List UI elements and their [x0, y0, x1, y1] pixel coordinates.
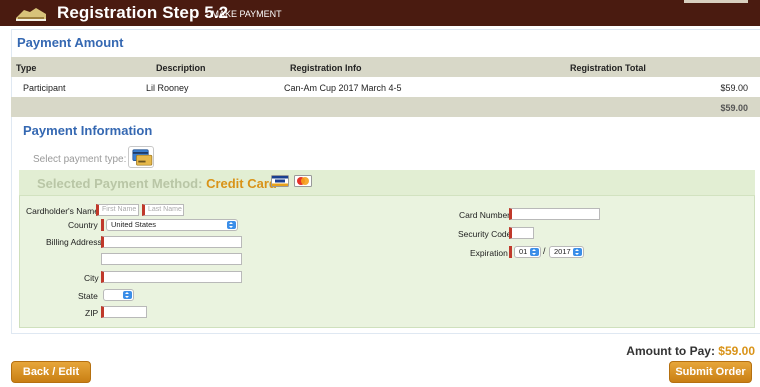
page-subtitle: - MAKE PAYMENT: [206, 9, 282, 19]
exp-year-select[interactable]: 2017: [549, 246, 584, 258]
chevron-updown-icon: [573, 248, 582, 256]
back-edit-button[interactable]: Back / Edit: [11, 361, 91, 383]
country-label: Country: [68, 220, 98, 230]
billing-address-line1-input[interactable]: [101, 236, 242, 248]
card-number-input[interactable]: [509, 208, 600, 220]
expiration-required-mark: [509, 246, 512, 258]
cardholder-name-label: Cardholder's Name: [26, 206, 99, 216]
shoe-logo-icon: [16, 8, 46, 21]
col-type: Type: [16, 63, 37, 73]
credit-card-icon: [132, 149, 153, 166]
amount-to-pay: Amount to Pay: $59.00: [626, 344, 755, 358]
security-code-label: Security Code: [458, 229, 512, 239]
mastercard-icon: [294, 175, 312, 187]
table-header: Type Description Registration Info Regis…: [11, 57, 760, 77]
row-info: Can-Am Cup 2017 March 4-5: [284, 83, 402, 93]
last-name-input[interactable]: Last Name: [142, 204, 184, 216]
payment-amount-title: Payment Amount: [17, 35, 124, 50]
grand-total: $59.00: [720, 103, 748, 113]
expiration-label: Expiration: [470, 248, 508, 258]
state-label: State: [78, 291, 98, 301]
payment-info-title: Payment Information: [23, 123, 153, 138]
header-strip: [684, 0, 748, 3]
chevron-updown-icon: [227, 221, 236, 229]
country-value: United States: [111, 220, 157, 229]
col-registration-info: Registration Info: [290, 63, 362, 73]
first-name-input[interactable]: First Name: [96, 204, 139, 216]
exp-year-value: 2017: [554, 247, 571, 256]
row-total: $59.00: [720, 83, 748, 93]
selected-method-value: Credit Card: [206, 176, 277, 191]
visa-icon: [271, 175, 289, 187]
col-description: Description: [156, 63, 206, 73]
security-code-input[interactable]: [509, 227, 534, 239]
city-label: City: [84, 273, 99, 283]
credit-card-type-button[interactable]: [128, 146, 154, 168]
country-required-mark: [101, 219, 104, 231]
chevron-updown-icon: [530, 248, 539, 256]
selected-method-heading: Selected Payment Method: Credit Card: [37, 176, 277, 191]
billing-address-line2-input[interactable]: [101, 253, 242, 265]
exp-month-value: 01: [519, 247, 528, 256]
page-title: Registration Step 5.2: [57, 3, 229, 22]
card-number-label: Card Number: [459, 210, 511, 220]
selected-method-label: Selected Payment Method:: [37, 176, 203, 191]
exp-separator: /: [543, 246, 546, 256]
state-select[interactable]: [103, 289, 134, 301]
row-description: Lil Rooney: [146, 83, 189, 93]
zip-input[interactable]: [101, 306, 147, 318]
table-total-row: $59.00: [11, 97, 760, 117]
country-select[interactable]: United States: [106, 219, 238, 231]
city-input[interactable]: [101, 271, 242, 283]
amount-to-pay-value: $59.00: [718, 344, 755, 358]
exp-month-select[interactable]: 01: [514, 246, 541, 258]
amount-to-pay-label: Amount to Pay:: [626, 344, 715, 358]
table-row: Participant Lil Rooney Can-Am Cup 2017 M…: [11, 77, 760, 97]
zip-label: ZIP: [85, 308, 99, 318]
submit-order-button[interactable]: Submit Order: [669, 361, 752, 383]
chevron-updown-icon: [123, 291, 132, 299]
select-payment-type-label: Select payment type:: [33, 154, 127, 165]
col-registration-total: Registration Total: [570, 63, 646, 73]
row-type: Participant: [23, 83, 66, 93]
billing-address-label: Billing Address: [46, 237, 102, 247]
